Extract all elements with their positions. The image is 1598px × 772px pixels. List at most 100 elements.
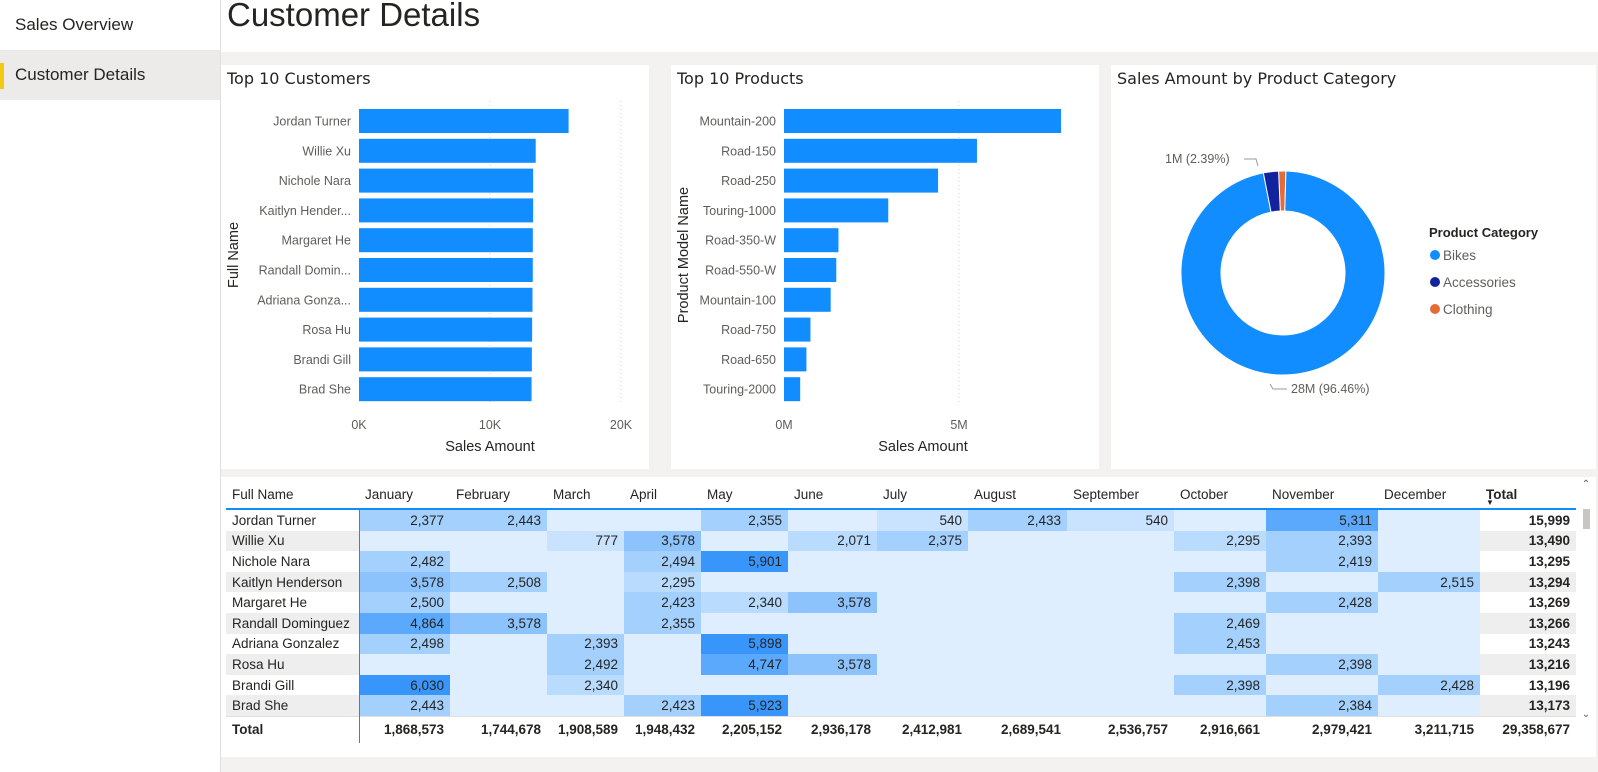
table-row[interactable]: Rosa Hu 2,492 4,747 3,578 2,398 13,216 <box>226 654 1576 675</box>
top-products-card[interactable]: Top 10 Products Mountain-200 Road-150 Road… <box>671 65 1099 469</box>
table-cell <box>968 592 1067 613</box>
table-cell <box>877 612 968 634</box>
bar[interactable] <box>784 377 801 402</box>
column-header[interactable]: Full Name <box>226 481 359 510</box>
row-name: Kaitlyn Henderson <box>226 571 360 593</box>
category-card[interactable]: Sales Amount by Product Category 28M (96… <box>1111 65 1596 469</box>
column-total: 1,948,432 <box>624 715 701 743</box>
table-cell: 2,355 <box>701 509 788 531</box>
bar[interactable] <box>784 138 977 163</box>
column-header[interactable]: December <box>1378 481 1480 510</box>
leader-line <box>1269 383 1287 390</box>
scroll-up-icon[interactable]: ⌃ <box>1580 479 1592 490</box>
bar[interactable] <box>359 317 533 342</box>
table-row[interactable]: Brad She 2,443 2,423 5,923 2,384 13,173 <box>226 695 1576 717</box>
bar[interactable] <box>784 109 1061 133</box>
bar[interactable] <box>784 347 807 372</box>
column-header[interactable]: October <box>1174 481 1266 510</box>
table-cell <box>877 674 968 696</box>
table-row[interactable]: Nichole Nara 2,482 2,494 5,901 2,419 13,295 <box>226 551 1576 572</box>
table-cell <box>547 695 624 717</box>
bar[interactable] <box>784 198 889 223</box>
row-name: Brad She <box>226 695 360 717</box>
row-total: 13,269 <box>1528 595 1570 611</box>
table-cell <box>1067 612 1174 634</box>
top-customers-card[interactable]: Top 10 Customers Jordan Turner Willie Xu N… <box>221 65 649 469</box>
table-row[interactable]: Margaret He 2,500 2,423 2,340 3,578 2,428 13,2… <box>226 592 1576 613</box>
category-donut-chart[interactable]: 28M (96.46%) 1M (2.39%) Product Category Bi… <box>1111 65 1596 469</box>
bar[interactable] <box>359 168 534 193</box>
bar[interactable] <box>359 228 533 253</box>
nav-item-sales-overview[interactable]: Sales Overview <box>0 0 220 50</box>
table-cell: 3,578 <box>450 612 547 634</box>
grand-total: 29,358,677 <box>1480 715 1576 743</box>
bar[interactable] <box>784 317 811 342</box>
bar[interactable] <box>359 287 533 312</box>
bar[interactable] <box>784 168 939 193</box>
table-cell <box>1378 592 1480 613</box>
table-cell <box>547 509 624 531</box>
scroll-down-icon[interactable]: ⌄ <box>1580 709 1592 720</box>
tick-label: 20K <box>610 418 633 432</box>
table-cell <box>547 571 624 593</box>
table-cell <box>547 592 624 613</box>
customer-matrix[interactable]: Full Name January February March April May Jun… <box>221 477 1596 757</box>
column-header[interactable]: August <box>968 481 1067 510</box>
column-header[interactable]: June <box>788 481 877 510</box>
bar[interactable] <box>359 377 532 402</box>
table-cell <box>877 695 968 717</box>
column-header[interactable]: January <box>359 481 450 510</box>
table-row[interactable]: Jordan Turner 2,377 2,443 2,355 540 2,433 540 5… <box>226 509 1576 531</box>
table-row[interactable]: Brandi Gill 6,030 2,340 2,398 2,428 13,196 <box>226 674 1576 696</box>
table-cell <box>1067 571 1174 593</box>
row-name: Nichole Nara <box>226 551 360 572</box>
table-cell <box>788 695 877 717</box>
bar[interactable] <box>784 258 837 282</box>
table-cell <box>1266 674 1378 696</box>
column-header[interactable]: February <box>450 481 547 510</box>
column-header[interactable]: April <box>624 481 701 510</box>
bar[interactable] <box>359 138 536 163</box>
scrollbar-thumb[interactable] <box>1583 509 1590 529</box>
bar[interactable] <box>784 228 839 253</box>
table-row[interactable]: Willie Xu 777 3,578 2,071 2,375 2,295 2,393 13,… <box>226 530 1576 552</box>
table-cell <box>968 571 1067 593</box>
row-total: 13,196 <box>1528 677 1570 693</box>
bar[interactable] <box>359 258 533 282</box>
table-cell: 2,393 <box>1266 530 1378 552</box>
table-row[interactable]: Adriana Gonzalez 2,498 2,393 5,898 2,453 13,2… <box>226 633 1576 655</box>
column-header[interactable]: Total ▼ <box>1480 481 1576 510</box>
legend-marker-icon <box>1430 277 1440 287</box>
table-cell <box>877 571 968 593</box>
table-row[interactable]: Randall Dominguez 4,864 3,578 2,355 2,469 13,… <box>226 612 1576 634</box>
row-total: 13,216 <box>1480 654 1576 675</box>
table-cell: 2,398 <box>1174 674 1266 696</box>
table-cell: 540 <box>1067 509 1174 531</box>
top-products-chart[interactable]: Mountain-200 Road-150 Road-250 Touring-1000… <box>671 65 1099 469</box>
sort-descending-icon[interactable]: ▼ <box>1486 498 1494 507</box>
table-cell: 3,578 <box>788 592 877 613</box>
category-label: Mountain-200 <box>700 115 776 129</box>
column-header[interactable]: May <box>701 481 788 510</box>
bar[interactable] <box>359 109 569 133</box>
bar[interactable] <box>359 347 532 372</box>
table-cell <box>450 551 547 572</box>
table-cell <box>1378 509 1480 531</box>
top-customers-chart[interactable]: Jordan Turner Willie Xu Nichole Nara Kaitly… <box>221 65 649 469</box>
table-cell: 2,492 <box>547 654 624 675</box>
column-header[interactable]: July <box>877 481 968 510</box>
category-label: Brandi Gill <box>293 353 351 367</box>
table-cell <box>701 530 788 552</box>
column-header[interactable]: September <box>1067 481 1174 510</box>
column-header[interactable]: November <box>1266 481 1378 510</box>
nav-item-customer-details[interactable]: Customer Details <box>0 50 220 100</box>
column-header[interactable]: March <box>547 481 624 510</box>
table-cell <box>788 612 877 634</box>
table-cell <box>1378 612 1480 634</box>
column-total: 2,536,757 <box>1067 715 1174 743</box>
bar[interactable] <box>784 287 831 312</box>
table-row[interactable]: Kaitlyn Henderson 3,578 2,508 2,295 2,398 2,5… <box>226 571 1576 593</box>
table-cell: 2,295 <box>1174 530 1266 552</box>
table-cell <box>450 530 547 552</box>
bar[interactable] <box>359 198 534 223</box>
